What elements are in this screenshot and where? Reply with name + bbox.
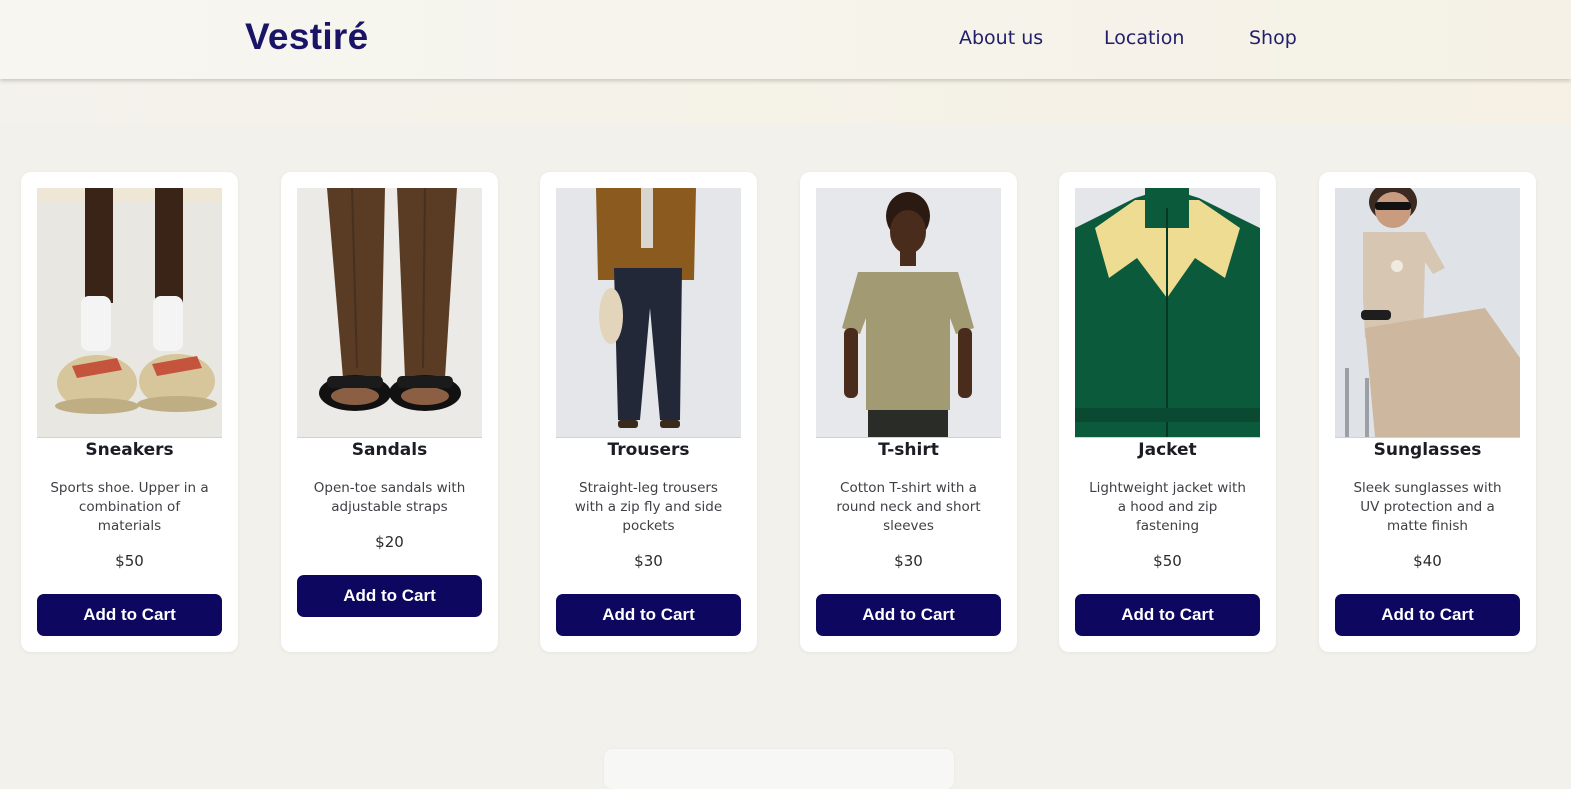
product-price: $50 (115, 552, 144, 570)
product-image (297, 188, 482, 438)
product-description: Sports shoe. Upper in a combination of m… (50, 480, 209, 534)
product-description: Cotton T-shirt with a round neck and sho… (836, 480, 981, 534)
product-image (816, 188, 1001, 438)
product-card: Trousers Straight-leg trousers with a zi… (540, 172, 757, 652)
trousers-photo-icon (556, 188, 741, 437)
product-description: Straight-leg trousers with a zip fly and… (574, 480, 723, 534)
product-image (37, 188, 222, 438)
nav-shop[interactable]: Shop (1249, 27, 1297, 49)
product-price: $40 (1413, 552, 1442, 570)
add-to-cart-button[interactable]: Add to Cart (556, 594, 741, 636)
product-description: Open-toe sandals with adjustable straps (313, 480, 466, 515)
hero-band (0, 79, 1571, 123)
product-card: Sneakers Sports shoe. Upper in a combina… (21, 172, 238, 652)
footer-panel (604, 749, 954, 789)
tshirt-photo-icon (816, 188, 1001, 437)
add-to-cart-button[interactable]: Add to Cart (37, 594, 222, 636)
sneakers-photo-icon (37, 188, 222, 437)
add-to-cart-button[interactable]: Add to Cart (297, 575, 482, 617)
sunglasses-photo-icon (1335, 188, 1520, 437)
product-image (1335, 188, 1520, 438)
product-name: Trousers (607, 440, 690, 460)
site-logo[interactable]: Vestiré (245, 16, 368, 58)
product-card: T-shirt Cotton T-shirt with a round neck… (800, 172, 1017, 652)
product-name: T-shirt (878, 440, 939, 460)
product-price: $30 (894, 552, 923, 570)
product-name: Sunglasses (1373, 440, 1482, 460)
add-to-cart-button[interactable]: Add to Cart (816, 594, 1001, 636)
site-header: Vestiré About us Location Shop (0, 0, 1571, 79)
product-price: $20 (375, 533, 404, 551)
product-card: Sandals Open-toe sandals with adjustable… (281, 172, 498, 652)
nav-location[interactable]: Location (1104, 27, 1184, 49)
product-description: Sleek sunglasses with UV protection and … (1353, 480, 1502, 534)
product-card: Sunglasses Sleek sunglasses with UV prot… (1319, 172, 1536, 652)
product-card: Jacket Lightweight jacket with a hood an… (1059, 172, 1276, 652)
product-name: Sneakers (85, 440, 174, 460)
product-price: $50 (1153, 552, 1182, 570)
product-description: Lightweight jacket with a hood and zip f… (1089, 480, 1246, 534)
add-to-cart-button[interactable]: Add to Cart (1075, 594, 1260, 636)
product-image (556, 188, 741, 438)
jacket-photo-icon (1075, 188, 1260, 437)
sandals-photo-icon (297, 188, 482, 437)
product-image (1075, 188, 1260, 438)
product-name: Jacket (1138, 440, 1197, 460)
nav-about-us[interactable]: About us (959, 27, 1043, 49)
product-name: Sandals (351, 440, 428, 460)
add-to-cart-button[interactable]: Add to Cart (1335, 594, 1520, 636)
product-price: $30 (634, 552, 663, 570)
